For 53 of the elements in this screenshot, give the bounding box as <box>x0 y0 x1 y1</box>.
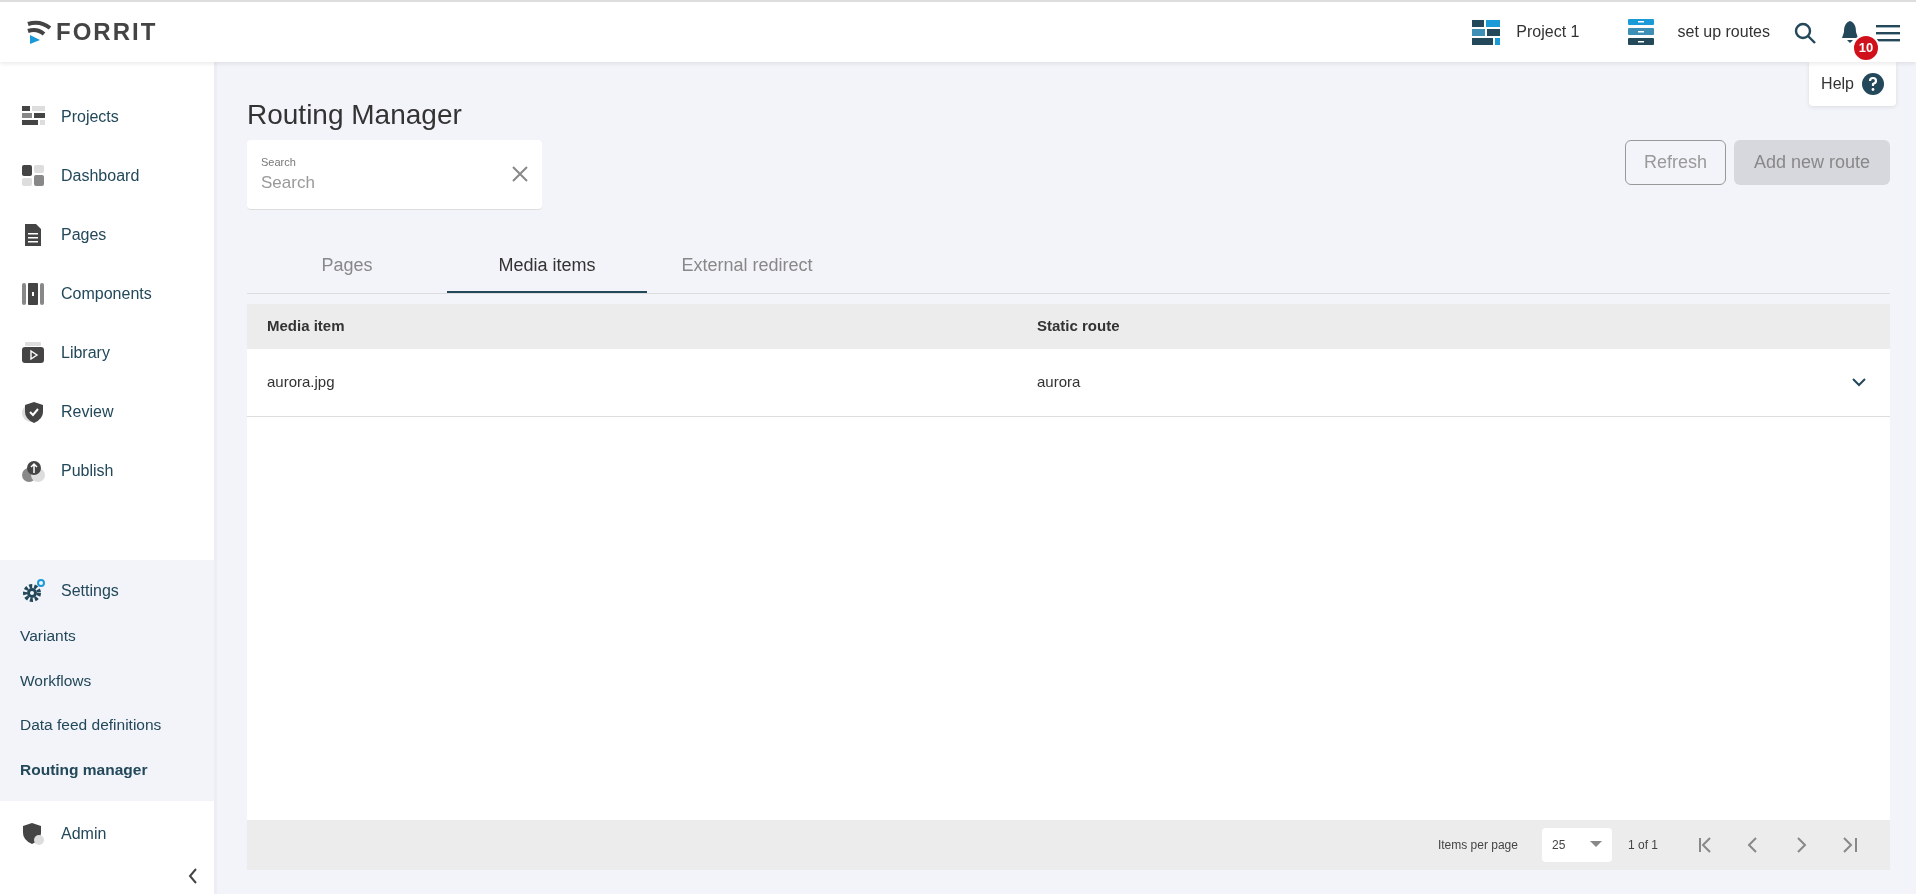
media-folder-icon <box>22 342 45 364</box>
page-title: Routing Manager <box>247 98 463 132</box>
settings-subitem[interactable]: Data feed definitions <box>0 703 214 748</box>
table-cell-text: aurora <box>1037 371 1081 392</box>
upload-circles-icon <box>22 459 45 482</box>
shield-check-icon <box>22 400 45 423</box>
notifications-button[interactable] <box>1840 20 1860 44</box>
tiles-icon <box>22 165 45 188</box>
logo-text: FORRIT <box>56 20 158 44</box>
chevron-left-icon <box>188 867 198 884</box>
help-button[interactable]: Help <box>1809 62 1896 106</box>
gears-icon <box>22 579 45 604</box>
table-cell-text: aurora.jpg <box>266 371 336 392</box>
settings-subitem[interactable]: Variants <box>0 614 214 659</box>
settings-subitem[interactable]: Workflows <box>0 658 214 704</box>
sidebar-item[interactable]: Dashboard <box>0 146 214 206</box>
notification-count: 10 <box>1852 34 1880 62</box>
sidebar-item[interactable]: Review <box>0 382 214 442</box>
page-info: 1 of 1 <box>1627 836 1658 854</box>
wifi-triangle-icon <box>26 20 52 44</box>
search-label: Search <box>261 154 297 170</box>
items-per-page-label: Items per page <box>1437 836 1518 854</box>
last-page-button[interactable] <box>1842 835 1858 854</box>
bell-icon <box>1840 20 1860 44</box>
columns-icon <box>22 283 45 306</box>
tab[interactable]: Media items <box>447 239 647 293</box>
drawer-stack-icon <box>1627 19 1654 45</box>
sidebar-item[interactable]: Publish <box>0 441 214 501</box>
project-name[interactable]: Project 1 <box>1516 20 1580 44</box>
column-header: Media item <box>266 315 346 336</box>
search-field[interactable]: Search Search <box>247 139 542 210</box>
first-page-icon <box>1698 837 1714 854</box>
close-icon <box>512 165 528 182</box>
dropdown-caret-icon <box>1589 841 1602 849</box>
admin-item[interactable]: Admin <box>0 804 214 864</box>
column-header: Static route <box>1037 315 1120 336</box>
sidebar-item[interactable]: Pages <box>0 205 214 265</box>
shield-user-icon <box>22 823 45 846</box>
search-button[interactable] <box>1794 20 1816 44</box>
settings-item[interactable]: Settings <box>0 568 214 615</box>
first-page-button[interactable] <box>1698 835 1714 854</box>
last-page-icon <box>1842 837 1858 854</box>
menu-icon <box>1876 22 1900 43</box>
grid-blocks-icon <box>1472 19 1501 45</box>
help-icon <box>1862 73 1884 95</box>
task-name[interactable]: set up routes <box>1677 20 1770 44</box>
sidebar-item[interactable]: Components <box>0 264 214 324</box>
chevron-down-icon <box>1852 378 1866 388</box>
settings-subitem[interactable]: Routing manager <box>0 748 214 793</box>
sidebar-item[interactable]: Library <box>0 323 214 383</box>
per-page-select[interactable]: 25 <box>1541 827 1612 862</box>
search-icon <box>1794 21 1816 44</box>
sidebar-item[interactable]: Projects <box>0 88 214 147</box>
